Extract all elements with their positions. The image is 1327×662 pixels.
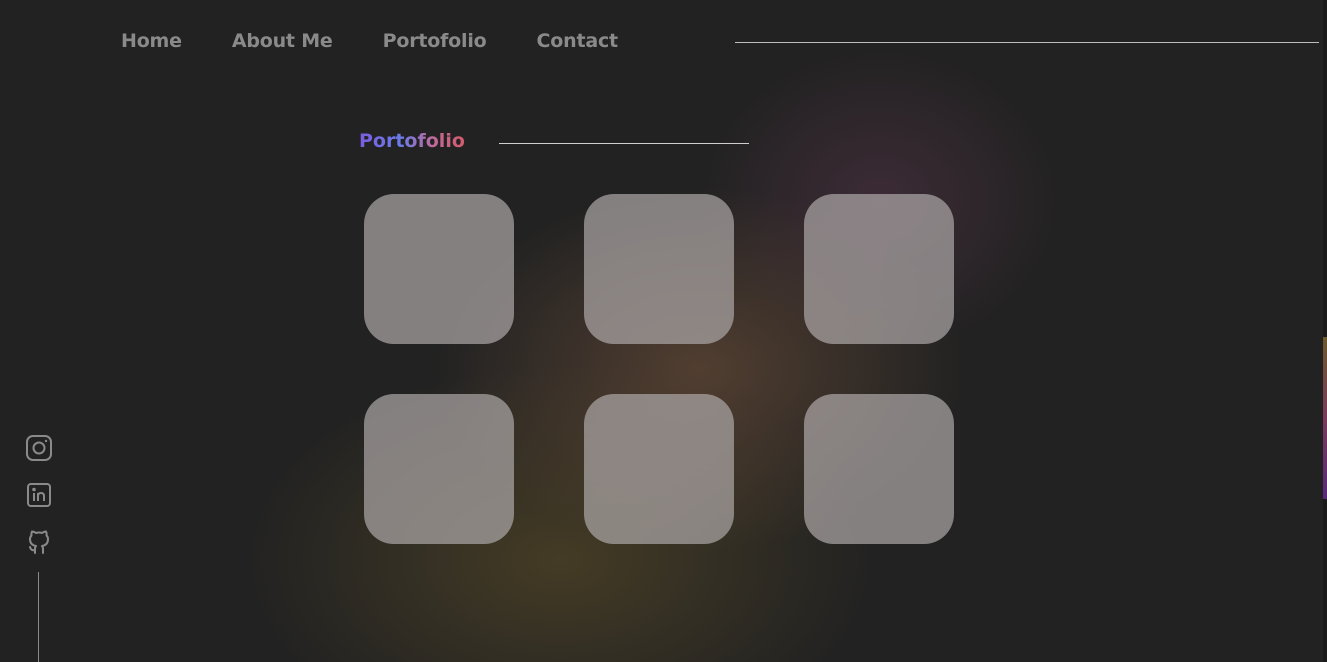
portfolio-grid [364, 194, 954, 544]
social-divider-line [38, 572, 39, 662]
section-title: Portofolio [359, 130, 465, 152]
scrollbar-thumb[interactable] [1323, 337, 1327, 499]
linkedin-icon[interactable] [25, 481, 53, 509]
portfolio-card[interactable] [584, 394, 734, 544]
nav-divider-line [735, 42, 1319, 43]
portfolio-card[interactable] [364, 394, 514, 544]
instagram-icon[interactable] [25, 434, 53, 462]
nav-home-link[interactable]: Home [121, 30, 182, 52]
nav-about-link[interactable]: About Me [232, 30, 333, 52]
nav-portfolio-link[interactable]: Portofolio [383, 30, 487, 52]
portfolio-card[interactable] [804, 194, 954, 344]
section-title-divider [499, 143, 749, 144]
social-links [25, 434, 53, 575]
github-icon[interactable] [25, 528, 53, 556]
portfolio-card[interactable] [804, 394, 954, 544]
nav-contact-link[interactable]: Contact [537, 30, 619, 52]
top-nav: Home About Me Portofolio Contact [121, 30, 668, 52]
window-edge [1323, 0, 1327, 662]
portfolio-card[interactable] [584, 194, 734, 344]
portfolio-card[interactable] [364, 194, 514, 344]
portfolio-page: Home About Me Portofolio Contact Portofo… [0, 0, 1327, 662]
